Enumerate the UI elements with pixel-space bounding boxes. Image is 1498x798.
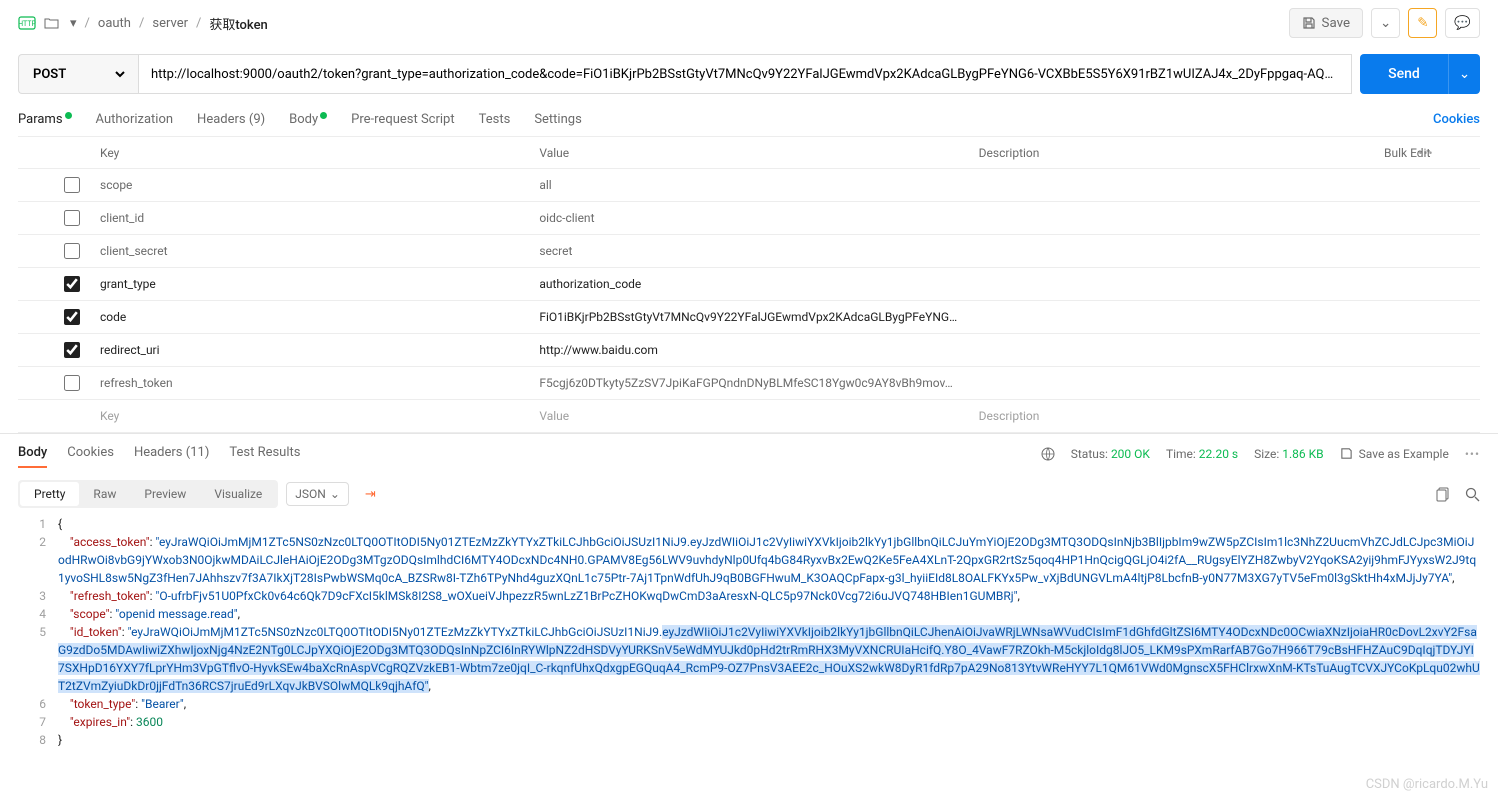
save-icon (1302, 16, 1316, 30)
tab-headers[interactable]: Headers (9) (197, 106, 265, 133)
tab-authorization[interactable]: Authorization (96, 106, 174, 133)
resp-tab-cookies[interactable]: Cookies (67, 439, 114, 468)
row-checkbox[interactable] (64, 342, 80, 358)
col-value: Value (529, 138, 968, 168)
param-desc[interactable] (969, 277, 1408, 291)
params-indicator-icon (65, 112, 72, 119)
new-desc-input[interactable]: Description (969, 402, 1408, 430)
param-key[interactable]: redirect_uri (90, 336, 529, 364)
breadcrumb-seg-3[interactable]: 获取token (209, 14, 267, 33)
param-value[interactable]: secret (529, 237, 968, 265)
search-icon[interactable] (1465, 487, 1480, 502)
param-key[interactable]: code (90, 303, 529, 331)
comment-button[interactable]: 💬 (1445, 8, 1480, 38)
param-value[interactable]: F5cgj6z0DTkyty5ZzSV7JpiKaFGPQndnDNyBLMfe… (529, 369, 968, 397)
param-value[interactable]: http://www.baidu.com (529, 336, 968, 364)
param-desc[interactable] (969, 244, 1408, 258)
copy-icon[interactable] (1436, 487, 1451, 502)
save-caret-button[interactable]: ⌄ (1371, 8, 1400, 38)
param-desc[interactable] (969, 376, 1408, 390)
chevron-down-icon: ⌄ (330, 487, 340, 501)
row-checkbox[interactable] (64, 210, 80, 226)
param-value[interactable]: FiO1iBKjrPb2BSstGtyVt7MNcQv9Y22YFalJGEwm… (529, 303, 968, 331)
param-desc[interactable] (969, 310, 1408, 324)
save-as-example-button[interactable]: Save as Example (1340, 447, 1449, 461)
method-dropdown[interactable]: POST (29, 66, 128, 83)
pencil-icon: ✎ (1417, 16, 1428, 31)
param-key[interactable]: client_secret (90, 237, 529, 265)
status-value: 200 OK (1111, 447, 1150, 461)
resp-tab-tests[interactable]: Test Results (229, 439, 300, 468)
comment-icon: 💬 (1454, 16, 1471, 31)
http-icon: HTTP (18, 16, 36, 30)
view-visualize[interactable]: Visualize (200, 482, 276, 506)
view-raw[interactable]: Raw (79, 482, 130, 506)
chevron-down-icon: ⌄ (1459, 67, 1470, 82)
size-value: 1.86 KB (1282, 447, 1323, 461)
param-desc[interactable] (969, 178, 1408, 192)
save-label: Save (1322, 16, 1351, 31)
breadcrumb-seg-1[interactable]: oauth (98, 16, 131, 31)
tab-settings[interactable]: Settings (534, 106, 581, 133)
save-icon (1340, 447, 1353, 460)
row-checkbox[interactable] (64, 243, 80, 259)
param-desc[interactable] (969, 343, 1408, 357)
cookies-link[interactable]: Cookies (1433, 112, 1480, 127)
response-body[interactable]: 1{ 2 "access_token": "eyJraWQiOiJmMjM1ZT… (0, 515, 1498, 798)
chevron-down-icon: ⌄ (1380, 16, 1391, 31)
svg-text:HTTP: HTTP (18, 20, 36, 28)
wrap-icon[interactable]: ⇥ (357, 483, 384, 506)
format-select[interactable]: JSON ⌄ (286, 482, 349, 506)
bulk-edit-button[interactable]: Bulk Edit (1384, 146, 1480, 160)
send-button[interactable]: Send (1360, 54, 1448, 94)
time-value: 22.20 s (1199, 447, 1238, 461)
col-desc: Description (969, 138, 1408, 168)
row-checkbox[interactable] (64, 177, 80, 193)
param-value[interactable]: authorization_code (529, 270, 968, 298)
resp-more-icon[interactable]: ••• (1465, 447, 1480, 461)
breadcrumb-seg-2[interactable]: server (152, 16, 188, 31)
view-preview[interactable]: Preview (130, 482, 200, 506)
param-desc[interactable] (969, 211, 1408, 225)
view-pretty[interactable]: Pretty (20, 482, 79, 506)
new-value-input[interactable]: Value (529, 402, 968, 430)
row-checkbox[interactable] (64, 375, 80, 391)
chevron-down-icon[interactable]: ▾ (70, 16, 77, 31)
row-checkbox[interactable] (64, 309, 80, 325)
param-key[interactable]: refresh_token (90, 369, 529, 397)
resp-tab-body[interactable]: Body (18, 439, 47, 468)
send-caret[interactable]: ⌄ (1448, 54, 1480, 94)
col-key: Key (90, 138, 529, 168)
breadcrumb: HTTP ▾ / oauth / server / 获取token (18, 14, 1289, 33)
param-key[interactable]: client_id (90, 204, 529, 232)
globe-icon[interactable] (1041, 447, 1055, 461)
url-input[interactable] (138, 54, 1352, 94)
method-select[interactable]: POST (18, 54, 138, 94)
param-key[interactable]: scope (90, 171, 529, 199)
tab-prerequest[interactable]: Pre-request Script (351, 106, 454, 133)
param-value[interactable]: oidc-client (529, 204, 968, 232)
tab-tests[interactable]: Tests (479, 106, 511, 133)
tab-params[interactable]: Params (18, 106, 72, 133)
edit-button[interactable]: ✎ (1408, 8, 1437, 38)
folder-icon[interactable] (44, 16, 62, 30)
tab-body[interactable]: Body (289, 106, 327, 133)
body-indicator-icon (320, 112, 327, 119)
save-button[interactable]: Save (1289, 8, 1364, 38)
param-value[interactable]: all (529, 171, 968, 199)
row-checkbox[interactable] (64, 276, 80, 292)
new-key-input[interactable]: Key (90, 402, 529, 430)
resp-tab-headers[interactable]: Headers (11) (134, 439, 209, 468)
param-key[interactable]: grant_type (90, 270, 529, 298)
